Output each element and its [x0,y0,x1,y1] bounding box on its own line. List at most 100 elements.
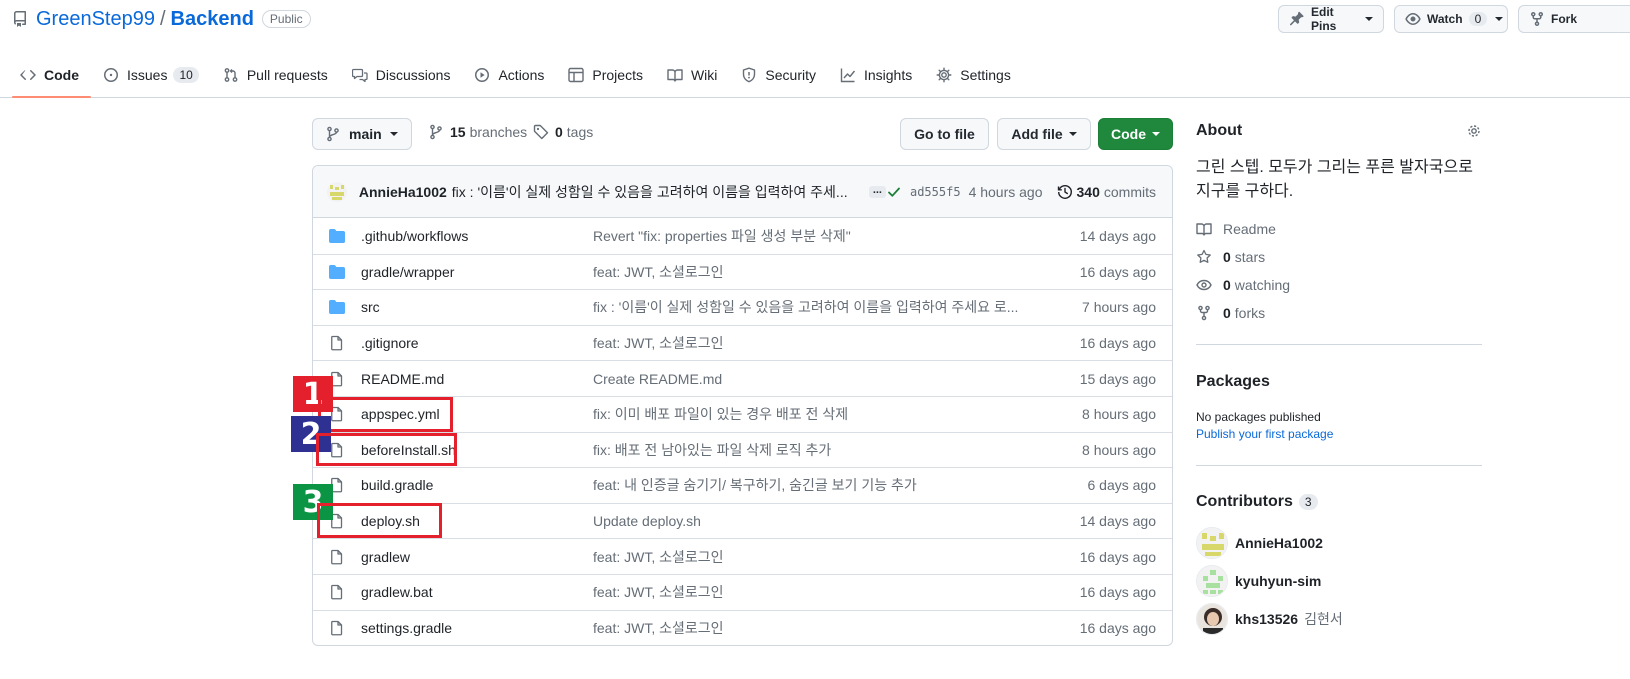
file-commit-message[interactable]: feat: JWT, 소셜로그인 [593,262,1033,282]
file-row[interactable]: src fix : '이름'이 실제 성함일 수 있음을 고려하여 이름을 입력하… [313,289,1172,325]
go-to-file-label: Go to file [914,126,975,142]
file-commit-message[interactable]: feat: JWT, 소셜로그인 [593,333,1033,353]
file-commit-age: 6 days ago [1087,477,1157,494]
expand-commit-button[interactable]: ... [868,184,886,198]
chevron-down-icon [389,132,398,136]
author-avatar[interactable] [327,181,347,202]
forks-link[interactable]: 0 forks [1196,305,1265,321]
file-commit-message[interactable]: feat: JWT, 소셜로그인 [593,547,1033,567]
history-icon [1057,184,1073,200]
file-commit-message[interactable]: fix : '이름'이 실제 성함일 수 있음을 고려하여 이름을 입력하여 주… [593,297,1033,317]
file-commit-age: 8 hours ago [1082,441,1156,458]
watch-button[interactable]: Watch 0 [1394,5,1508,33]
branch-icon [325,126,349,142]
divider [1196,344,1482,345]
tab-code[interactable]: Code [12,55,91,98]
file-row[interactable]: README.md Create README.md 15 days ago [313,360,1172,396]
file-row[interactable]: settings.gradle feat: JWT, 소셜로그인 16 days a… [313,609,1172,645]
commit-author[interactable]: AnnieHa1002 [359,184,447,200]
pull-request-icon [223,67,247,83]
repo-tabs: Code Issues 10 Pull requests Discussions… [12,55,1027,98]
code-label: Code [1111,126,1146,142]
tab-pull-requests[interactable]: Pull requests [215,55,340,95]
commits-link[interactable]: 340 commits [1057,184,1156,200]
file-name-link[interactable]: gradlew [361,549,593,565]
gear-icon[interactable] [1466,123,1482,139]
tab-insights[interactable]: Insights [832,55,924,95]
folder-icon [329,299,345,315]
book-icon [667,67,691,83]
file-commit-age: 14 days ago [1079,513,1156,530]
file-commit-message[interactable]: feat: JWT, 소셜로그인 [593,618,1033,638]
contributors-title: Contributors [1196,493,1293,510]
about-title: About [1196,122,1243,139]
folder-icon [329,228,345,244]
file-commit-message[interactable]: feat: 내 인증글 숨기기/ 복구하기, 숨긴글 보기 기능 추가 [593,475,1033,495]
annotation-box-deploy [317,503,442,538]
file-name-link[interactable]: gradlew.bat [361,584,593,600]
code-button[interactable]: Code [1098,118,1173,150]
star-icon [1196,249,1223,265]
tab-projects[interactable]: Projects [560,55,655,95]
stars-link[interactable]: 0 stars [1196,249,1265,265]
readme-link[interactable]: Readme [1196,221,1276,237]
contributor-item[interactable]: AnnieHa1002 [1196,527,1323,559]
branches-link[interactable]: 15 branches [428,124,527,140]
file-name-link[interactable]: .github/workflows [361,228,593,244]
issue-icon [103,67,127,83]
tab-security[interactable]: Security [733,55,828,95]
watching-link[interactable]: 0 watching [1196,277,1290,293]
contributor-item[interactable]: khs13526 김현서 [1196,603,1343,635]
repo-owner-link[interactable]: GreenStep99 [36,8,155,31]
file-name-link[interactable]: .gitignore [361,335,593,351]
file-name-link[interactable]: settings.gradle [361,620,593,636]
file-commit-message[interactable]: Update deploy.sh [593,513,1033,529]
file-row[interactable]: gradlew.bat feat: JWT, 소셜로그인 16 days ago [313,573,1172,610]
discussion-icon [351,67,376,83]
avatar [1196,603,1228,635]
tab-actions[interactable]: Actions [466,55,556,95]
file-name-link[interactable]: README.md [361,371,593,387]
file-row[interactable]: gradlew feat: JWT, 소셜로그인 16 days ago [313,538,1172,574]
fork-button[interactable]: Fork [1518,5,1630,33]
tab-discussions[interactable]: Discussions [344,55,463,95]
tags-link[interactable]: 0 tags [533,124,593,140]
chevron-down-icon [1495,17,1504,21]
tab-wiki[interactable]: Wiki [659,55,729,95]
branch-selector[interactable]: main [312,118,412,150]
contributor-login: AnnieHa1002 [1235,535,1323,551]
tab-settings[interactable]: Settings [928,55,1023,95]
tab-issues[interactable]: Issues 10 [95,55,211,95]
file-commit-message[interactable]: fix: 배포 전 남아있는 파일 삭제 로직 추가 [593,440,1033,460]
forks-label: forks [1234,305,1266,321]
tab-label: Actions [498,67,545,83]
play-icon [474,67,498,83]
file-commit-message[interactable]: fix: 이미 배포 파일이 있는 경우 배포 전 삭제 [593,404,1033,424]
file-row[interactable]: gradle/wrapper feat: JWT, 소셜로그인 16 days ag… [313,253,1172,290]
pin-icon [1289,11,1311,27]
contributors-heading[interactable]: Contributors 3 [1196,493,1318,511]
file-commit-message[interactable]: Revert "fix: properties 파일 생성 부분 삭제" [593,226,1033,246]
add-file-button[interactable]: Add file [997,118,1091,150]
edit-pins-button[interactable]: Edit Pins [1278,5,1384,33]
commit-sha[interactable]: ad555f5 [910,185,961,199]
commit-message[interactable]: fix : '이름'이 실제 성함일 수 있음을 고려하여 이름을 입력하여 주… [452,182,861,202]
publish-package-link[interactable]: Publish your first package [1196,427,1333,441]
file-row[interactable]: build.gradle feat: 내 인증글 숨기기/ 복구하기, 숨긴글 보… [313,467,1172,503]
repo-name-link[interactable]: Backend [171,8,254,31]
no-packages-text: No packages published [1196,410,1321,424]
file-commit-message[interactable]: feat: JWT, 소셜로그인 [593,582,1033,602]
contributor-item[interactable]: kyuhyun-sim [1196,565,1321,597]
file-commit-message[interactable]: Create README.md [593,371,1033,387]
packages-heading[interactable]: Packages [1196,373,1270,391]
tags-count: 0 [555,124,563,140]
file-name-link[interactable]: src [361,299,593,315]
file-name-link[interactable]: build.gradle [361,477,593,493]
go-to-file-button[interactable]: Go to file [900,118,989,150]
book-icon [1196,221,1223,237]
contributor-login: khs13526 [1235,611,1299,627]
file-row[interactable]: .github/workflows Revert "fix: properties… [313,218,1172,254]
file-row[interactable]: .gitignore feat: JWT, 소셜로그인 16 days ago [313,324,1172,361]
fork-icon [1529,11,1551,27]
file-name-link[interactable]: gradle/wrapper [361,264,593,280]
